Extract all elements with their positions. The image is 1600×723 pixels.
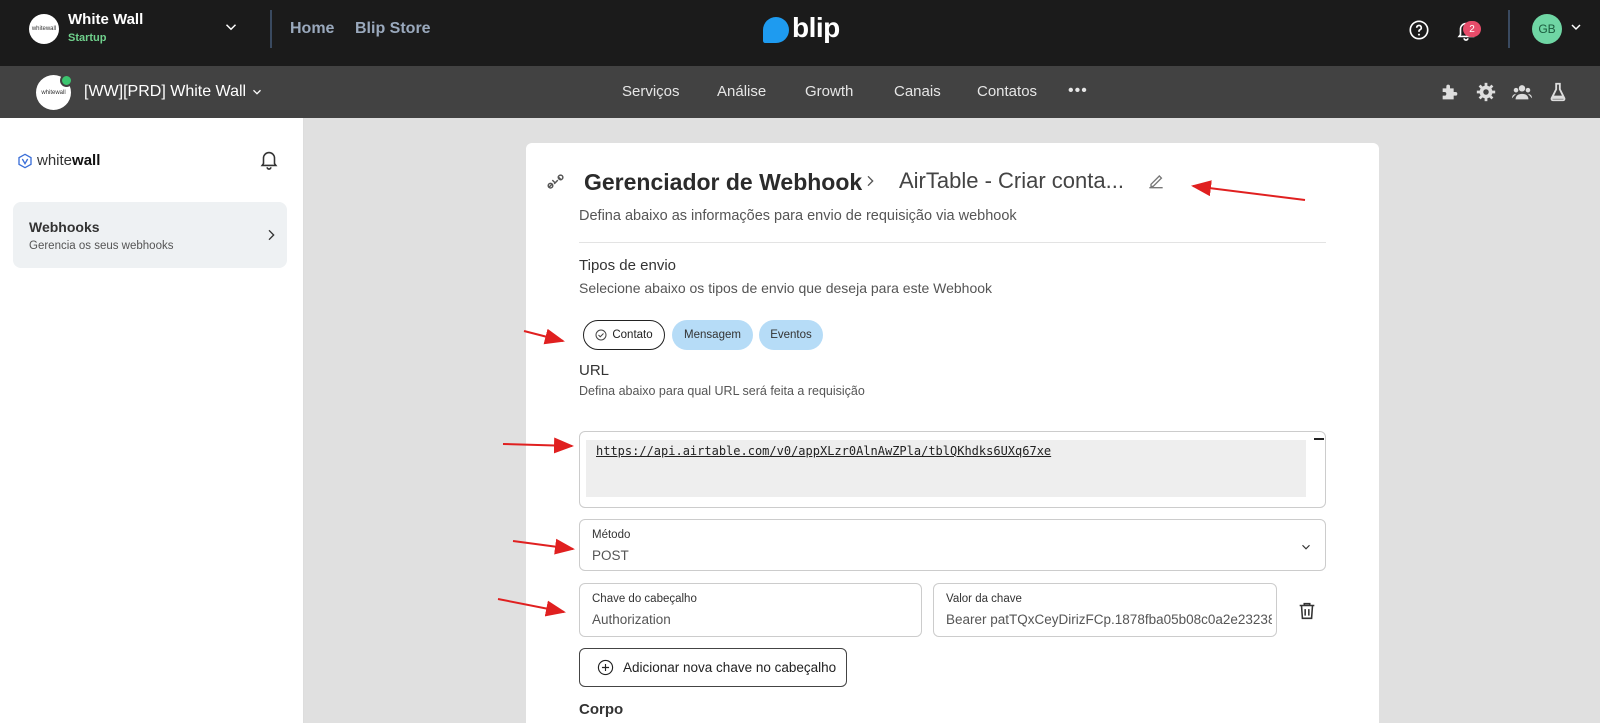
chip-label: Contato: [612, 329, 653, 341]
nav-blip-store-link[interactable]: Blip Store: [355, 20, 431, 38]
subnav-more-icon[interactable]: •••: [1068, 82, 1088, 100]
bot-navigation-bar: whitewall [WW][PRD] White Wall Serviços …: [0, 66, 1600, 118]
webhook-manager-card: Gerenciador de Webhook AirTable - Criar …: [526, 143, 1379, 723]
header-value-label: Valor da chave: [946, 593, 1022, 605]
check-circle-icon: [595, 329, 607, 341]
chip-label: Eventos: [770, 329, 812, 341]
webhook-name: AirTable - Criar conta...: [899, 168, 1124, 193]
nav-home-link[interactable]: Home: [290, 20, 334, 38]
top-divider: [270, 10, 272, 48]
chip-label: Mensagem: [684, 329, 741, 341]
whitewall-logo-text: whitewall: [37, 152, 101, 169]
add-header-key-button[interactable]: Adicionar nova chave no cabeçalho: [579, 648, 847, 687]
help-icon[interactable]: [1408, 19, 1430, 41]
textarea-scrollbar[interactable]: [1314, 438, 1324, 440]
extensions-puzzle-icon[interactable]: [1439, 81, 1461, 103]
subnav-contatos[interactable]: Contatos: [977, 83, 1037, 100]
header-key-value: Authorization: [592, 612, 671, 627]
delete-trash-icon[interactable]: [1296, 600, 1318, 622]
chip-contato[interactable]: Contato: [583, 320, 665, 350]
user-menu-chevron-icon[interactable]: [1568, 19, 1584, 35]
page-title: Gerenciador de Webhook: [584, 169, 863, 195]
plus-circle-icon: [597, 659, 614, 676]
subnav-analise[interactable]: Análise: [717, 83, 766, 100]
chevron-right-icon: [268, 229, 275, 241]
sidebar-item-webhooks[interactable]: Webhooks Gerencia os seus webhooks: [13, 202, 287, 268]
subnav-growth[interactable]: Growth: [805, 83, 853, 100]
notifications-count-badge: 2: [1463, 21, 1481, 37]
chevron-down-icon: [1302, 544, 1310, 550]
chip-eventos[interactable]: Eventos: [759, 320, 823, 350]
edit-pencil-icon[interactable]: [1146, 171, 1166, 191]
breadcrumb-chevron-icon: [867, 175, 874, 187]
org-switcher-chevron-icon[interactable]: [222, 18, 240, 36]
url-textarea[interactable]: https://api.airtable.com/v0/appXLzr0AlnA…: [579, 431, 1326, 508]
top-divider-right: [1508, 10, 1510, 48]
url-textarea-content: https://api.airtable.com/v0/appXLzr0AlnA…: [586, 440, 1306, 497]
org-plan-label: Startup: [68, 32, 107, 44]
page-description: Defina abaixo as informações para envio …: [579, 208, 1017, 224]
top-navigation-bar: whitewall White Wall Startup Home Blip S…: [0, 0, 1600, 66]
team-users-icon[interactable]: [1511, 81, 1533, 103]
sidebar-item-subtitle: Gerencia os seus webhooks: [29, 240, 174, 252]
header-value-input[interactable]: Valor da chave Bearer patTQxCeyDirizFCp.…: [933, 583, 1277, 637]
method-select[interactable]: Método POST: [579, 519, 1326, 571]
settings-gear-icon[interactable]: [1475, 81, 1497, 103]
header-value-value: Bearer patTQxCeyDirizFCp.1878fba05b08c0a…: [946, 612, 1272, 627]
url-description: Defina abaixo para qual URL será feita a…: [579, 384, 865, 398]
add-header-key-label: Adicionar nova chave no cabeçalho: [623, 660, 837, 675]
method-value: POST: [592, 548, 629, 563]
send-types-title: Tipos de envio: [579, 257, 677, 274]
lab-flask-icon[interactable]: [1547, 81, 1569, 103]
user-avatar[interactable]: GB: [1532, 14, 1562, 44]
send-types-description: Selecione abaixo os tipos de envio que d…: [579, 280, 993, 296]
header-divider: [579, 242, 1326, 243]
whitewall-mark-icon: [18, 153, 32, 168]
bot-switcher-chevron-icon[interactable]: [250, 85, 264, 99]
bot-online-indicator: [60, 74, 73, 87]
url-value: https://api.airtable.com/v0/appXLzr0AlnA…: [596, 444, 1052, 458]
blip-logo[interactable]: blip: [763, 10, 840, 46]
whitewall-logo: whitewall: [17, 152, 100, 169]
sidebar-item-title: Webhooks: [29, 219, 100, 235]
blip-bubble-icon: [763, 17, 789, 43]
header-key-input[interactable]: Chave do cabeçalho Authorization: [579, 583, 922, 637]
subnav-canais[interactable]: Canais: [894, 83, 941, 100]
method-label: Método: [592, 529, 631, 541]
url-title: URL: [579, 362, 610, 379]
header-key-label: Chave do cabeçalho: [592, 593, 697, 605]
org-logo[interactable]: whitewall: [29, 14, 59, 44]
webhook-link-icon: [547, 174, 564, 189]
blip-logo-text: blip: [792, 12, 840, 43]
org-name[interactable]: White Wall: [68, 11, 143, 28]
chip-mensagem[interactable]: Mensagem: [672, 320, 753, 350]
body-title: Corpo: [579, 701, 624, 718]
bot-name[interactable]: [WW][PRD] White Wall: [84, 83, 246, 101]
sidebar: whitewall Webhooks Gerencia os seus webh…: [0, 118, 304, 723]
sidebar-bell-icon[interactable]: [258, 148, 280, 170]
subnav-servicos[interactable]: Serviços: [622, 83, 680, 100]
